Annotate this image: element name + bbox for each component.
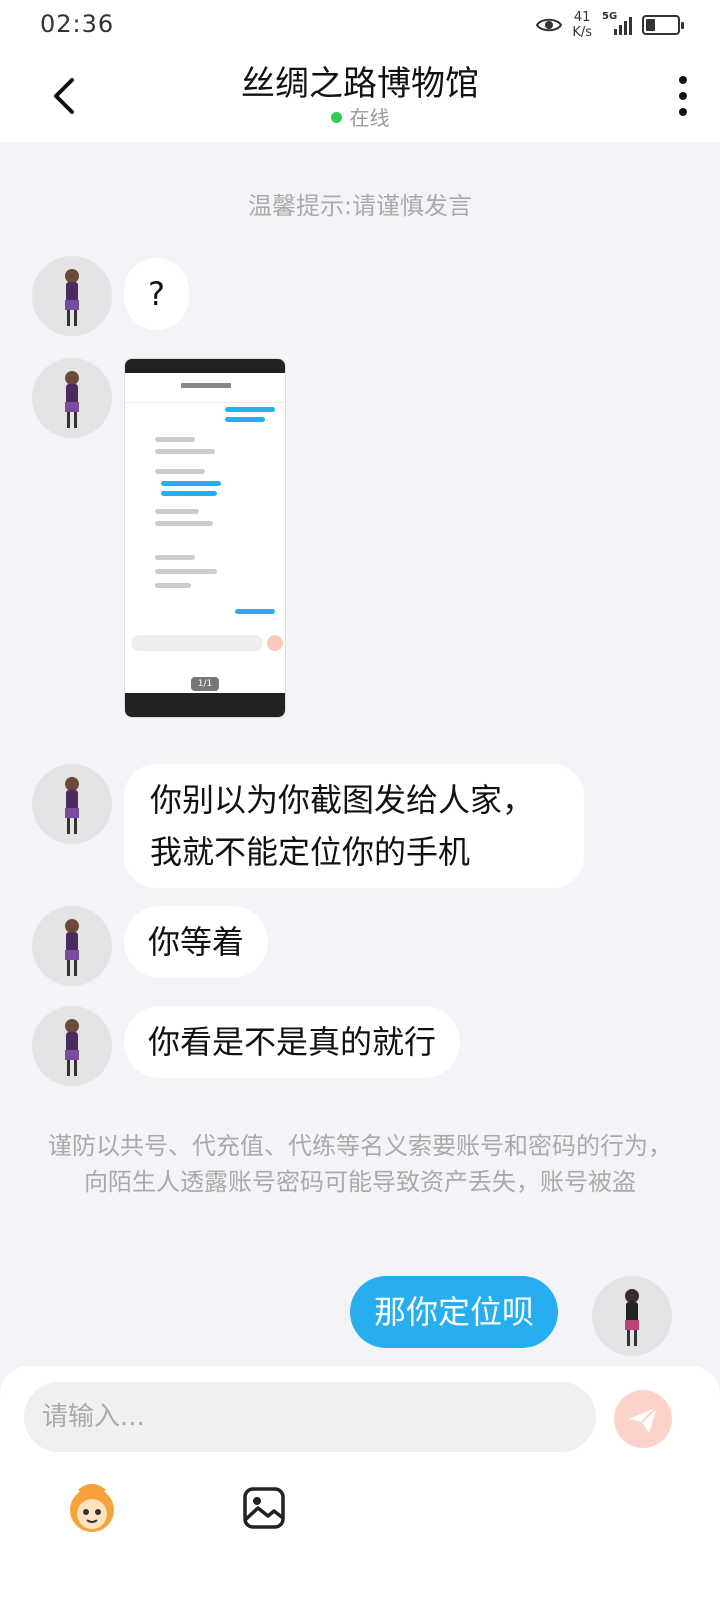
message-input[interactable] <box>24 1382 596 1452</box>
send-paper-plane-icon <box>629 1406 658 1433</box>
eye-icon <box>536 16 563 34</box>
battery-icon <box>642 15 684 35</box>
status-time: 02:36 <box>40 10 115 38</box>
caution-tip: 温馨提示:请谨慎发言 <box>247 192 473 220</box>
send-button[interactable] <box>614 1390 672 1448</box>
status-icons: 41 K/s 5G <box>536 8 684 42</box>
contact-avatar[interactable] <box>32 1006 112 1086</box>
contact-avatar[interactable] <box>32 764 112 844</box>
network-speed-value: 41 <box>573 10 591 25</box>
message-bubble-incoming[interactable]: 你别以为你截图发给人家， 我就不能定位你的手机 <box>124 764 584 888</box>
message-bubble-incoming[interactable]: 你等着 <box>124 906 269 978</box>
message-bubble-incoming[interactable]: ? <box>124 258 189 330</box>
network-speed: 41 K/s <box>572 10 592 40</box>
online-dot-icon <box>330 112 342 123</box>
image-icon[interactable] <box>242 1486 286 1530</box>
security-warning: 谨防以共号、代充值、代练等名义索要账号和密码的行为，向陌生人透露账号密码可能导致… <box>48 1132 672 1196</box>
message-image-screenshot[interactable]: 1/1 <box>124 358 286 718</box>
more-vertical-icon[interactable] <box>676 76 690 116</box>
status-bar: 02:36 41 K/s 5G <box>0 0 720 50</box>
monkey-mascot-icon[interactable] <box>62 1478 122 1538</box>
online-status-label: 在线 <box>349 106 390 130</box>
composer <box>0 1366 720 1612</box>
message-bubble-outgoing[interactable]: 那你定位呗 <box>350 1276 559 1348</box>
network-speed-unit: K/s <box>572 25 592 40</box>
online-status: 在线 <box>0 102 720 131</box>
network-type: 5G <box>602 11 618 22</box>
chat-header: 丝绸之路博物馆 在线 <box>0 50 720 142</box>
contact-avatar[interactable] <box>32 906 112 986</box>
contact-avatar[interactable] <box>32 256 112 336</box>
my-avatar[interactable] <box>592 1276 672 1356</box>
battery-fill <box>646 19 655 31</box>
message-bubble-incoming[interactable]: 你看是不是真的就行 <box>124 1006 461 1078</box>
image-page-indicator: 1/1 <box>191 677 219 691</box>
signal-icon: 5G <box>602 11 632 35</box>
contact-avatar[interactable] <box>32 358 112 438</box>
chat-title: 丝绸之路博物馆 <box>241 64 479 104</box>
